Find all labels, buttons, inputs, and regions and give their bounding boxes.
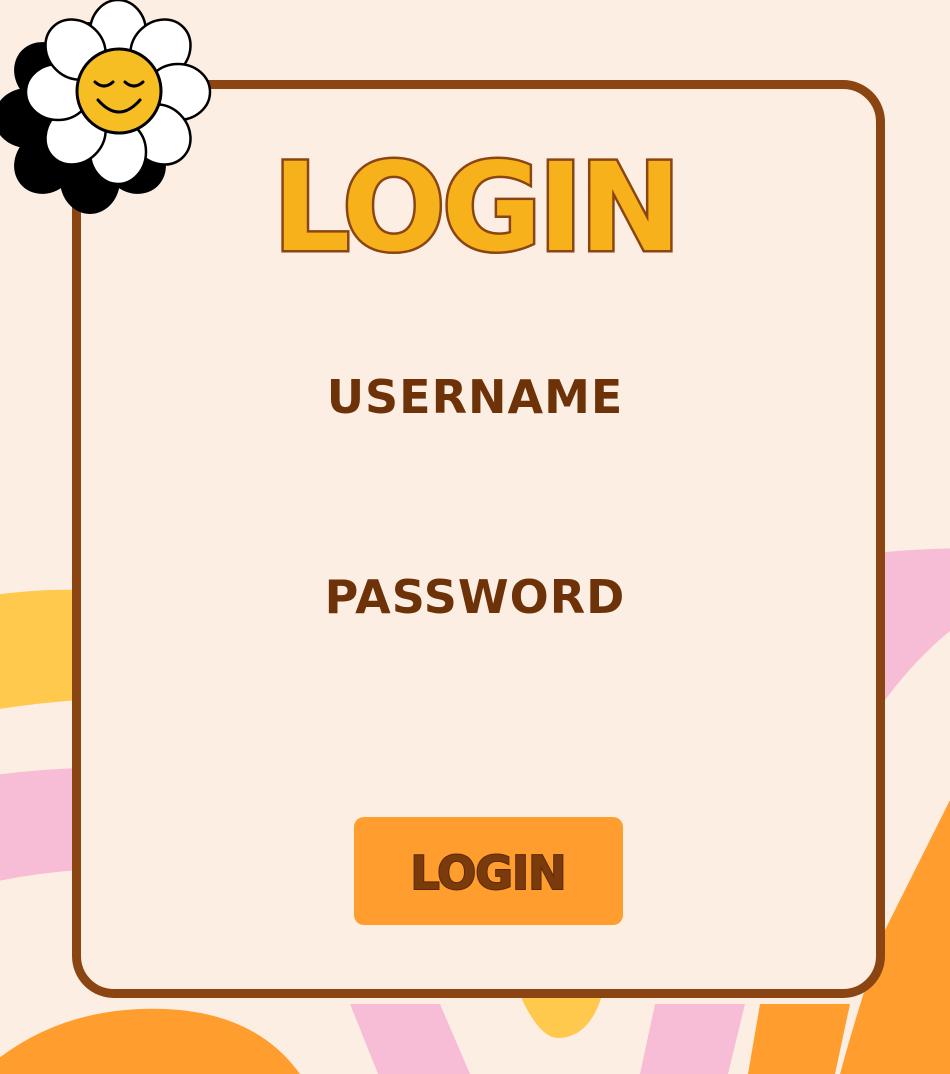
login-button[interactable]: LOGIN [354, 817, 623, 925]
login-button-label: LOGIN [410, 846, 565, 900]
login-page: LOGIN USERNAME PASSWORD LOGIN [0, 0, 950, 1074]
smiley-daisy-icon [0, 0, 212, 214]
password-input[interactable] [300, 640, 664, 694]
login-title-text: LOGIN [273, 137, 678, 278]
username-label: USERNAME [326, 370, 624, 424]
username-input[interactable] [300, 440, 664, 494]
password-label: PASSWORD [324, 570, 626, 624]
